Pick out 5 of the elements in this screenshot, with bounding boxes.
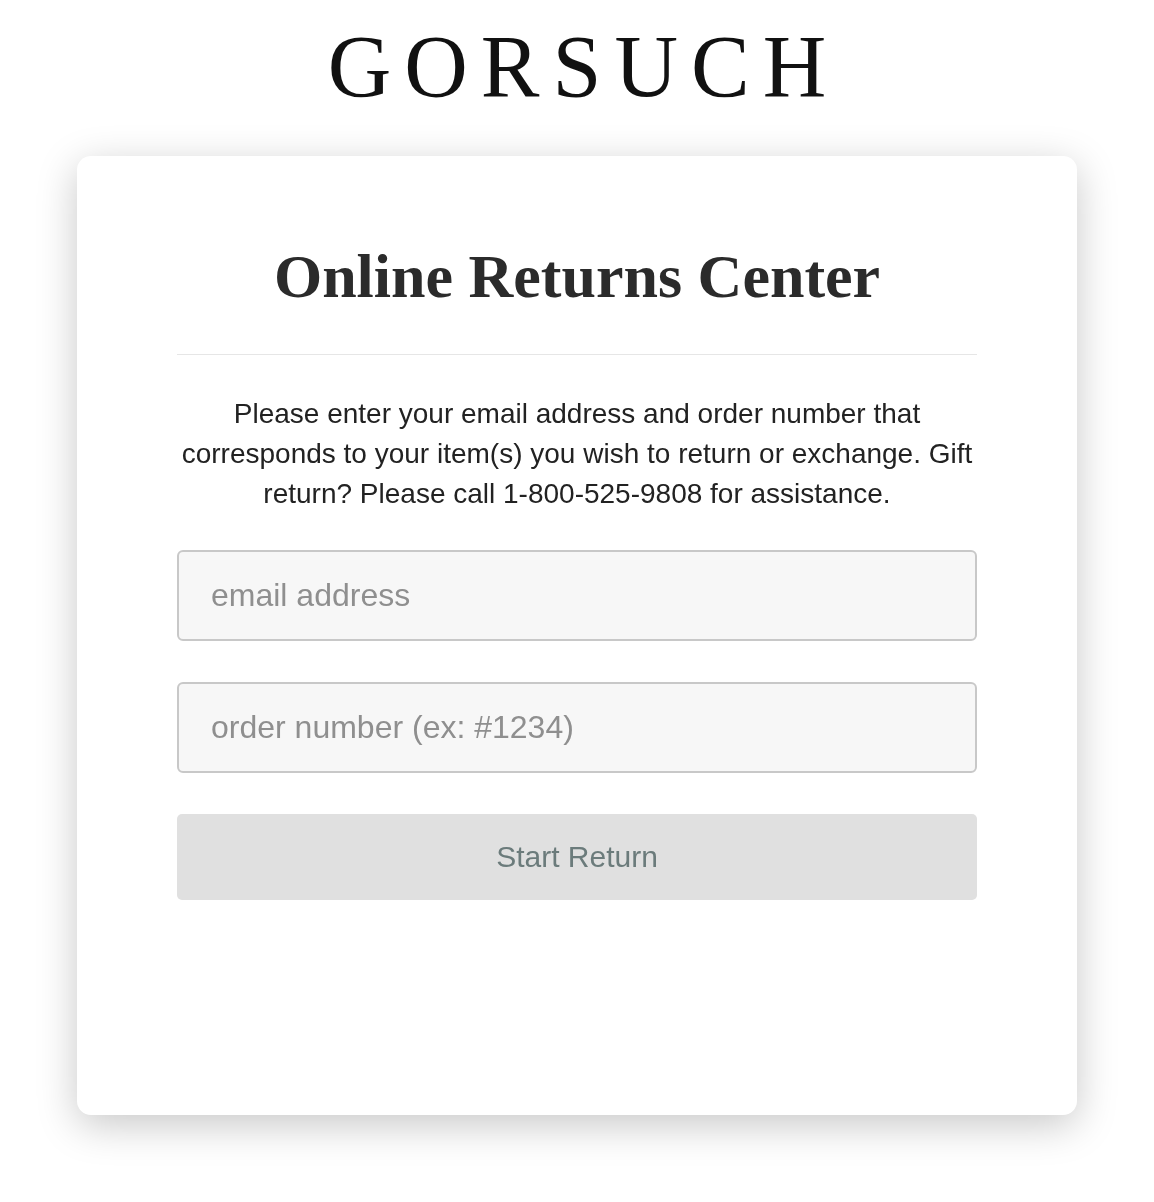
input-field[interactable]: email address <box>177 550 977 641</box>
input-field[interactable]: order number (ex: #1234) <box>177 682 977 773</box>
page-title: Online Returns Center <box>272 241 882 312</box>
logo: GORSUCH <box>326 22 840 112</box>
instructions-text: Please enter your email address and order number that corresponds to your item(s) you wish to return or exchange. Gift return? Please call 1-800-525-9808 for assistance. <box>180 397 974 511</box>
